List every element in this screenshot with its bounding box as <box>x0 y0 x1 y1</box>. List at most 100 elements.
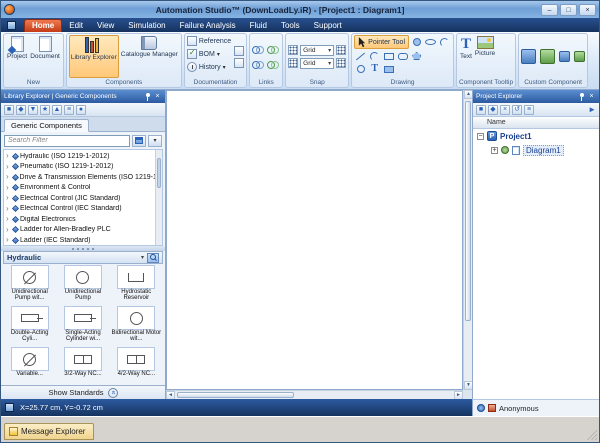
custom-component-link-icon[interactable] <box>574 51 586 62</box>
message-explorer-tab[interactable]: Message Explorer <box>4 423 95 440</box>
library-tree-item-pneumatic[interactable]: › Pneumatic (ISO 1219-1-2012) <box>4 162 162 173</box>
grid-style-select[interactable]: Grid <box>300 57 335 69</box>
grid-visibility-icon[interactable] <box>336 45 347 55</box>
chevron-right-icon[interactable]: › <box>6 204 11 213</box>
new-document-button[interactable]: Document <box>29 35 61 78</box>
new-diagram-icon[interactable]: ■ <box>476 104 486 115</box>
navigate-forward-icon[interactable]: ► <box>588 105 596 114</box>
collapse-icon[interactable]: − <box>477 132 484 140</box>
view-options-button[interactable]: ▾ <box>148 134 162 147</box>
library-tree-item-electrical-jic[interactable]: › Electrical Control (JIC Standard) <box>4 193 162 204</box>
tab-simulation[interactable]: Simulation <box>121 20 172 32</box>
rounded-rectangle-tool-button[interactable] <box>396 50 409 62</box>
refresh-icon[interactable]: ↺ <box>512 104 522 115</box>
chevron-right-icon[interactable]: › <box>6 152 11 160</box>
report-page-icon[interactable] <box>234 45 245 56</box>
tab-home[interactable]: Home <box>24 19 63 32</box>
chevron-right-icon[interactable]: › <box>6 194 11 202</box>
snap-objects-icon[interactable] <box>336 58 347 68</box>
history-button[interactable]: History ▾ <box>186 61 231 73</box>
canvas-horizontal-scrollbar[interactable]: ◄ ► <box>166 390 463 400</box>
view-mode-button[interactable] <box>132 134 146 147</box>
name-column-header[interactable]: Name <box>473 117 599 129</box>
close-icon[interactable]: × <box>153 92 162 101</box>
component-item[interactable]: 3/2-Way NC... <box>56 347 109 385</box>
component-item[interactable]: 4/2-Way NC... <box>110 347 163 385</box>
line-tool-button[interactable] <box>354 50 367 62</box>
open-diagram-icon[interactable]: ◆ <box>488 104 498 115</box>
lock-icon[interactable]: ● <box>76 104 86 115</box>
pin-icon[interactable] <box>143 92 152 101</box>
component-thumbnail[interactable] <box>63 306 102 330</box>
component-thumbnail[interactable] <box>63 265 102 289</box>
search-input[interactable] <box>4 134 130 147</box>
library-section-bar[interactable]: Hydraulic ▾ <box>3 251 163 264</box>
save-library-icon[interactable]: ▼ <box>28 104 38 115</box>
tab-failure-analysis[interactable]: Failure Analysis <box>173 20 243 32</box>
ellipse-tool-button[interactable] <box>424 36 437 48</box>
library-panel-header[interactable]: Library Explorer | Generic Components × <box>1 90 165 103</box>
expand-icon[interactable]: + <box>491 146 498 154</box>
component-search-button[interactable] <box>147 252 159 263</box>
library-tree-item-ladder-iec[interactable]: › Ladder (IEC Standard) <box>4 235 162 245</box>
vertical-scroll-thumb[interactable] <box>465 101 471 321</box>
circle-outline-tool-button[interactable] <box>354 63 367 75</box>
sort-icon[interactable]: ≡ <box>64 104 74 115</box>
maximize-button[interactable]: □ <box>560 3 577 16</box>
diagram-canvas[interactable] <box>166 90 463 390</box>
chevron-right-icon[interactable]: › <box>6 183 11 192</box>
rectangle-tool-button[interactable] <box>382 50 395 62</box>
library-tree-item-drive-transmission[interactable]: › Drive & Transmission Elements (ISO 121… <box>4 172 162 183</box>
title-bar[interactable]: Automation Studio™ (DownLoadLy.iR) - [Pr… <box>1 1 599 18</box>
library-tree-item-electrical-iec[interactable]: › Electrical Control (IEC Standard) <box>4 204 162 215</box>
component-item[interactable]: Unidirectional Pump <box>56 265 109 306</box>
tooltip-picture-button[interactable]: Picture <box>474 35 496 78</box>
favorites-icon[interactable]: ★ <box>40 104 50 115</box>
tab-tools[interactable]: Tools <box>274 20 307 32</box>
close-icon[interactable]: × <box>587 92 596 101</box>
horizontal-scroll-thumb[interactable] <box>177 392 295 398</box>
show-standards-button[interactable]: Show Standards « <box>1 385 165 399</box>
chevron-right-icon[interactable]: › <box>6 236 11 244</box>
external-link-icon[interactable] <box>267 58 280 71</box>
component-thumbnail[interactable] <box>117 265 156 289</box>
pointer-tool-button[interactable]: Pointer Tool <box>354 35 409 49</box>
open-library-icon[interactable]: ◆ <box>16 104 26 115</box>
reference-button[interactable]: Reference <box>186 35 231 47</box>
bom-button[interactable]: BOM ▾ <box>186 48 231 60</box>
arc-tool-button[interactable] <box>438 36 451 48</box>
library-tree-item-hydraulic[interactable]: › Hydraulic (ISO 1219-1-2012) <box>4 151 162 162</box>
delete-icon[interactable]: × <box>500 104 510 115</box>
component-item[interactable]: Single-Acting Cylinder wi... <box>56 306 109 347</box>
component-item[interactable]: Unidirectional Pump wit... <box>3 265 56 306</box>
library-tree-item-environment-control[interactable]: › Environment & Control <box>4 183 162 194</box>
component-item[interactable]: Hydrostatic Reservoir <box>110 265 163 306</box>
tab-edit[interactable]: Edit <box>62 20 90 32</box>
project-tree-item-project1[interactable]: − Project1 <box>473 129 599 143</box>
canvas-vertical-scrollbar[interactable]: ▲ ▼ <box>463 90 473 390</box>
edit-custom-component-icon[interactable] <box>540 49 556 64</box>
tooltip-text-button[interactable]: T Text <box>459 35 473 78</box>
hyperlink-icon[interactable] <box>252 43 265 56</box>
app-menu-icon[interactable] <box>7 21 16 30</box>
document-options-icon[interactable] <box>234 57 245 68</box>
pin-icon[interactable] <box>577 92 586 101</box>
component-thumbnail[interactable] <box>117 347 156 371</box>
component-thumbnail[interactable] <box>117 306 156 330</box>
vertical-scroll-track[interactable] <box>464 99 472 381</box>
component-thumbnail[interactable] <box>63 347 102 371</box>
project-tree-item-diagram1[interactable]: + Diagram1 <box>473 143 599 157</box>
component-item[interactable]: Double-Acting Cyli... <box>3 306 56 347</box>
properties-icon[interactable]: ≡ <box>524 104 534 115</box>
component-link-icon[interactable] <box>267 43 280 56</box>
catalogue-manager-button[interactable]: Catalogue Manager <box>120 35 179 78</box>
circle-tool-button[interactable] <box>410 36 423 48</box>
component-item[interactable]: Variable... <box>3 347 56 385</box>
tab-fluid[interactable]: Fluid <box>243 20 274 32</box>
minimize-button[interactable]: – <box>541 3 558 16</box>
new-custom-component-icon[interactable] <box>521 49 537 64</box>
component-thumbnail[interactable] <box>10 265 49 289</box>
project-panel-header[interactable]: Project Explorer × <box>473 90 599 103</box>
chevron-right-icon[interactable]: › <box>6 215 11 223</box>
collapse-up-icon[interactable]: « <box>107 387 118 398</box>
